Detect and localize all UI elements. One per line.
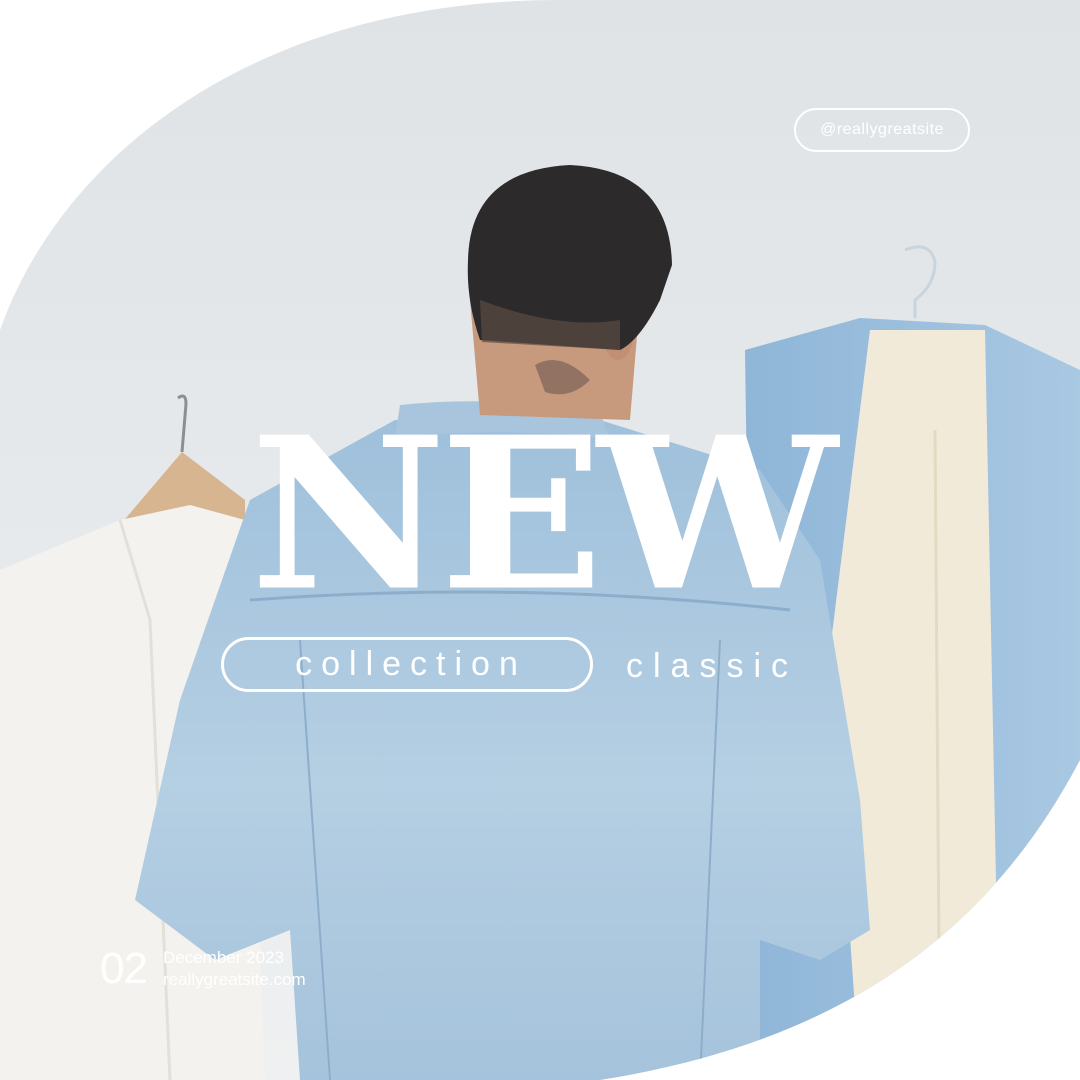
footer-date: December 2023 [163, 948, 284, 967]
classic-label: classic [626, 646, 799, 685]
headline-title: NEW [250, 391, 837, 638]
promo-canvas: @reallygreatsite NEW collection classic … [0, 0, 1080, 1080]
social-handle-pill[interactable]: @reallygreatsite [794, 108, 970, 152]
page-number: 02 [100, 944, 148, 993]
collection-pill: collection [221, 637, 593, 692]
social-handle-text: @reallygreatsite [820, 121, 944, 138]
footer-info: December 2023 reallygreatsite.com [163, 947, 306, 991]
collection-text: collection [295, 645, 527, 683]
footer-website[interactable]: reallygreatsite.com [163, 969, 306, 991]
